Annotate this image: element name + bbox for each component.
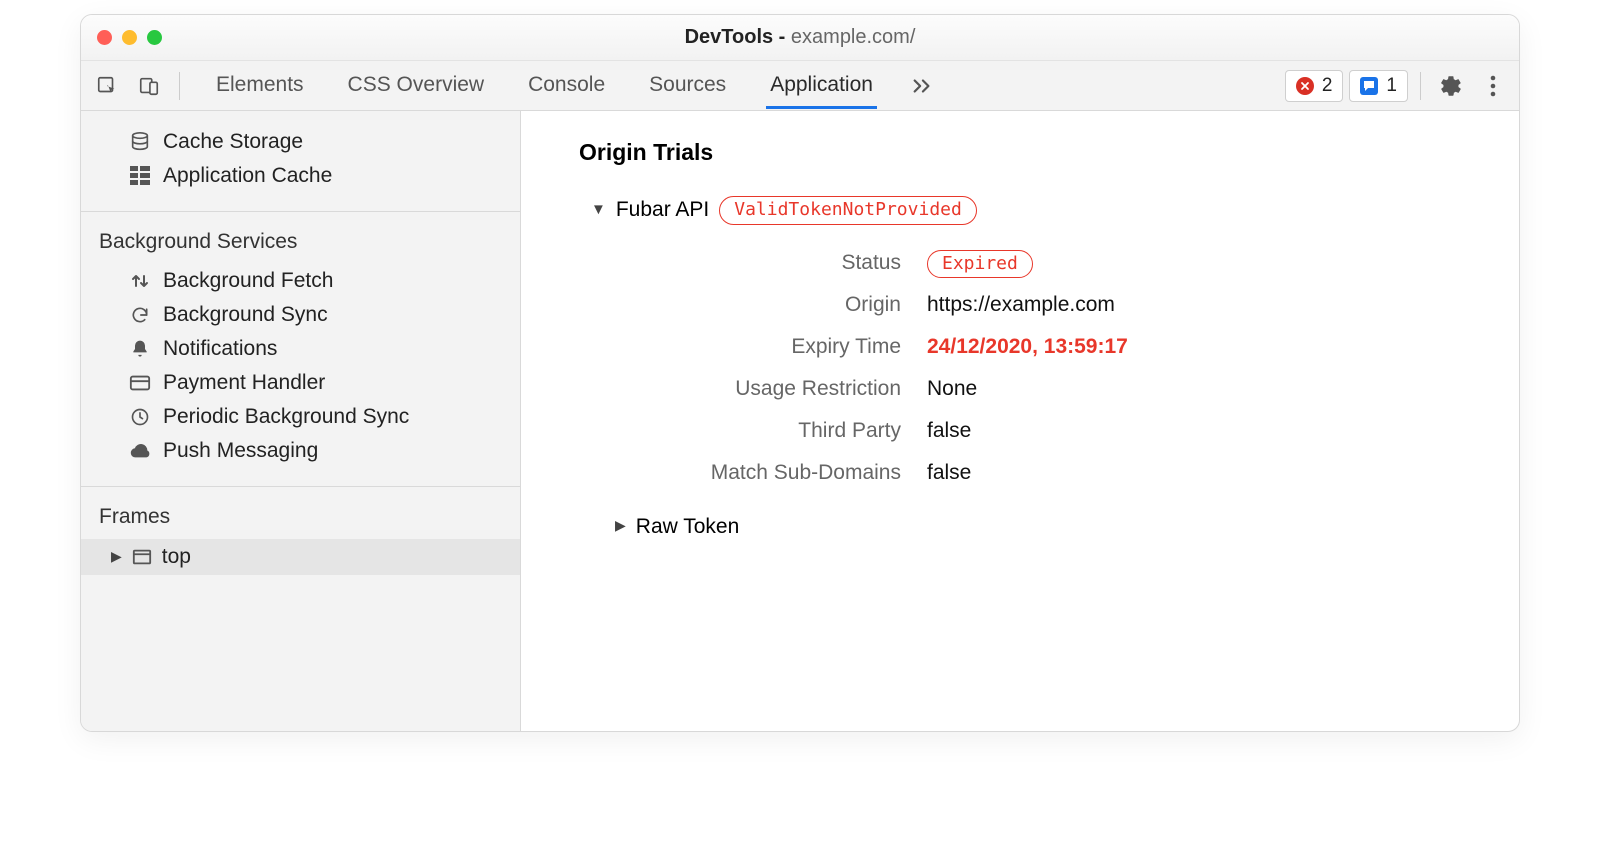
divider [1420, 72, 1421, 100]
errors-count: 2 [1322, 75, 1333, 97]
window-titlebar: DevTools - example.com/ [81, 15, 1519, 61]
tab-css-overview[interactable]: CSS Overview [344, 63, 489, 108]
devtools-body: Cache Storage Application Cache Backgrou… [81, 111, 1519, 731]
devtools-tabs: Elements CSS Overview Console Sources Ap… [212, 63, 877, 108]
updown-icon [129, 270, 151, 292]
expiry-key: Expiry Time [791, 335, 901, 359]
status-badge: Expired [927, 250, 1033, 278]
sidebar-item-label: top [162, 545, 191, 569]
sidebar-item-label: Application Cache [163, 164, 332, 188]
sidebar-item-payment-handler[interactable]: Payment Handler [81, 366, 520, 400]
errors-badge[interactable]: 2 [1285, 70, 1344, 102]
sidebar-group-background-services: Background Services Background Fetch Bac… [81, 212, 520, 487]
minimize-window-icon[interactable] [122, 30, 137, 45]
sidebar-item-label: Periodic Background Sync [163, 405, 409, 429]
inspect-element-icon[interactable] [89, 68, 125, 104]
origin-value: https://example.com [927, 293, 1485, 317]
origin-trials-heading: Origin Trials [579, 139, 1485, 166]
origin-trial-name: Fubar API [616, 198, 709, 222]
more-tabs-icon[interactable] [911, 77, 933, 95]
divider [179, 72, 180, 100]
sidebar-group-title: Background Services [81, 222, 520, 264]
application-main: Origin Trials ▼ Fubar API ValidTokenNotP… [521, 111, 1519, 731]
sidebar-item-frame-top[interactable]: ▶ top [81, 539, 520, 575]
sidebar-item-label: Notifications [163, 337, 277, 361]
db-icon [129, 131, 151, 153]
origin-key: Origin [845, 293, 901, 317]
zoom-window-icon[interactable] [147, 30, 162, 45]
sync-icon [129, 304, 151, 326]
messages-badge[interactable]: 1 [1349, 70, 1408, 102]
sidebar-item-periodic-background-sync[interactable]: Periodic Background Sync [81, 400, 520, 434]
third-party-key: Third Party [798, 419, 901, 443]
match-subdomains-key: Match Sub-Domains [711, 461, 901, 485]
bell-icon [129, 338, 151, 360]
match-subdomains-value: false [927, 461, 1485, 485]
sidebar-item-label: Background Sync [163, 303, 328, 327]
sidebar-item-notifications[interactable]: Notifications [81, 332, 520, 366]
tab-elements[interactable]: Elements [212, 63, 308, 108]
sidebar-group-title: Frames [81, 497, 520, 539]
usage-restriction-value: None [927, 377, 1485, 401]
tab-application[interactable]: Application [766, 63, 877, 108]
cloud-icon [129, 440, 151, 462]
sidebar-group-frames: Frames ▶ top [81, 487, 520, 575]
sidebar-item-label: Payment Handler [163, 371, 325, 395]
sidebar-item-cache-storage[interactable]: Cache Storage [81, 125, 520, 159]
window-title: DevTools - example.com/ [81, 26, 1519, 49]
window-title-app: DevTools - [685, 26, 791, 48]
status-value: Expired [927, 251, 1485, 275]
tab-console[interactable]: Console [524, 63, 609, 108]
window-traffic-lights [97, 30, 162, 45]
error-icon [1296, 77, 1314, 95]
disclosure-triangle-icon[interactable]: ▶ [111, 548, 122, 565]
sidebar-item-background-sync[interactable]: Background Sync [81, 298, 520, 332]
third-party-value: false [927, 419, 1485, 443]
sidebar-item-label: Background Fetch [163, 269, 333, 293]
raw-token-disclosure[interactable]: ▶ Raw Token [615, 515, 1485, 539]
raw-token-label: Raw Token [636, 515, 740, 539]
clock-icon [129, 406, 151, 428]
sidebar-item-push-messaging[interactable]: Push Messaging [81, 434, 520, 468]
sidebar-item-application-cache[interactable]: Application Cache [81, 159, 520, 193]
close-window-icon[interactable] [97, 30, 112, 45]
message-icon [1360, 77, 1378, 95]
disclosure-triangle-icon[interactable]: ▼ [591, 201, 606, 218]
usage-restriction-key: Usage Restriction [735, 377, 901, 401]
sidebar-item-label: Push Messaging [163, 439, 318, 463]
origin-trial-entry[interactable]: ▼ Fubar API ValidTokenNotProvided [591, 196, 1485, 225]
sidebar-group-cache: Cache Storage Application Cache [81, 111, 520, 212]
expiry-value: 24/12/2020, 13:59:17 [927, 335, 1485, 359]
settings-gear-icon[interactable] [1433, 68, 1469, 104]
devtools-window: DevTools - example.com/ Elements CSS Ove… [80, 14, 1520, 732]
sidebar-item-background-fetch[interactable]: Background Fetch [81, 264, 520, 298]
window-title-url: example.com/ [791, 26, 916, 48]
tab-sources[interactable]: Sources [645, 63, 730, 108]
application-sidebar: Cache Storage Application Cache Backgrou… [81, 111, 521, 731]
grid-icon [129, 165, 151, 187]
card-icon [129, 372, 151, 394]
disclosure-triangle-icon[interactable]: ▶ [615, 517, 626, 534]
sidebar-item-label: Cache Storage [163, 130, 303, 154]
device-toolbar-icon[interactable] [131, 68, 167, 104]
messages-count: 1 [1386, 75, 1397, 97]
origin-trial-details: Status Expired Origin https://example.co… [591, 251, 1485, 485]
devtools-tabstrip: Elements CSS Overview Console Sources Ap… [81, 61, 1519, 111]
status-key: Status [841, 251, 901, 275]
frame-icon [132, 548, 152, 566]
origin-trial-status-chip: ValidTokenNotProvided [719, 196, 977, 225]
kebab-menu-icon[interactable] [1475, 68, 1511, 104]
